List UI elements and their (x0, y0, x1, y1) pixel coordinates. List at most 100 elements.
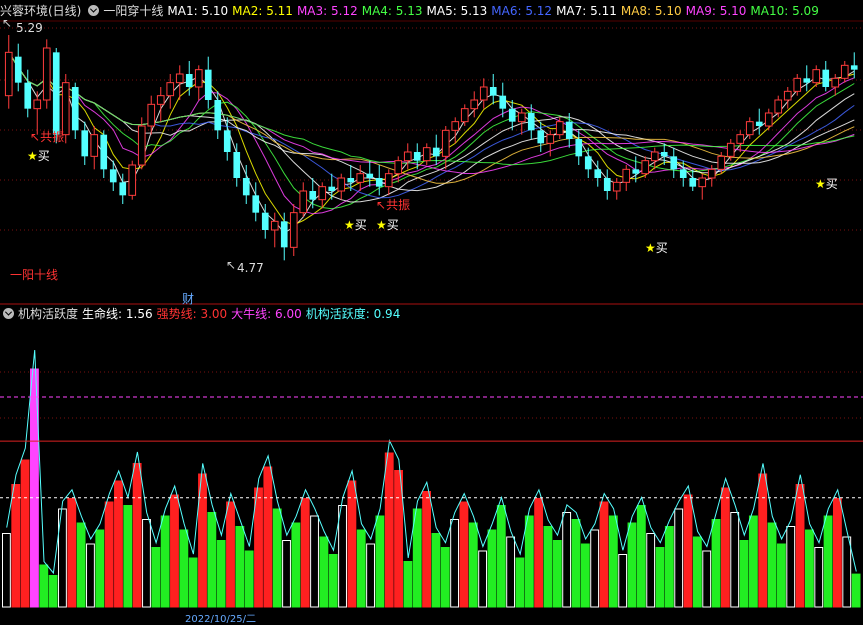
candle-body (356, 173, 365, 183)
candle-body (214, 100, 222, 131)
activity-bar (319, 536, 329, 608)
activity-bar (468, 522, 478, 608)
candle-body (156, 95, 165, 105)
candle-body (622, 168, 631, 183)
activity-bar (422, 491, 432, 608)
star-icon: ★ (376, 218, 387, 232)
candle-body (603, 178, 611, 191)
candle-body (33, 99, 42, 110)
ma-label-1: MA1: 5.10 (167, 4, 229, 18)
candle-body (289, 212, 298, 248)
activity-bar (832, 498, 842, 608)
activity-bar (67, 498, 77, 608)
candle-body (309, 191, 317, 200)
activity-bar (310, 515, 319, 608)
candle-body (822, 69, 830, 87)
activity-bar (683, 494, 693, 608)
activity-bar (216, 540, 226, 608)
activity-bar (338, 505, 347, 608)
activity-bar (524, 515, 534, 608)
activity-bar (534, 498, 544, 608)
activity-bar (254, 487, 263, 608)
buy-signal: ★买 (376, 218, 399, 232)
candle-body (470, 99, 479, 110)
activity-bar (580, 543, 590, 608)
candle-body (394, 160, 403, 175)
candle-body (337, 177, 346, 192)
grid-lines (0, 20, 863, 419)
activity-bar (440, 547, 450, 608)
activity-bar (814, 547, 824, 608)
buy-signal: ★买 (27, 149, 50, 163)
settings-icon[interactable] (88, 5, 100, 16)
activity-bar (431, 533, 441, 608)
activity-bar (450, 519, 460, 608)
candle-body (441, 129, 450, 157)
candle-body (555, 121, 564, 136)
activity-bar (95, 529, 105, 608)
activity-bar (627, 522, 637, 608)
candle-body (147, 103, 156, 127)
candle-body (650, 151, 659, 162)
activity-bar (86, 543, 95, 608)
settings-icon[interactable] (3, 308, 14, 319)
candle-body (793, 77, 802, 92)
candle-body (81, 130, 89, 157)
candle-body (422, 147, 431, 162)
lower-value-1: 生命线: 1.56 (82, 307, 153, 321)
low-price-label: 4.77 (237, 261, 264, 275)
candle-body (670, 156, 678, 170)
activity-bar (226, 501, 235, 608)
indicator-name[interactable]: 一阳穿十线 (103, 4, 163, 18)
candle-body (413, 152, 421, 161)
activity-bar (300, 498, 310, 608)
activity-bar (506, 536, 516, 608)
candle-body (109, 169, 117, 183)
activity-bar (730, 512, 740, 608)
activity-bar (114, 480, 123, 608)
activity-bar (692, 536, 702, 608)
lower-title[interactable]: 机构活跃度 (18, 307, 78, 321)
candle-body (479, 86, 488, 101)
finance-marker[interactable]: 财 (182, 290, 194, 307)
candle-body (707, 168, 716, 179)
candle-body (546, 134, 555, 144)
ma-label-5: MA5: 5.13 (426, 4, 488, 18)
lower-value-3: 大牛线: 6.00 (231, 307, 302, 321)
star-icon: ★ (344, 218, 355, 232)
activity-bar (618, 554, 628, 608)
activity-bar (412, 508, 422, 608)
candle-body (717, 155, 726, 170)
activity-bar (776, 543, 786, 608)
activity-bar (851, 573, 861, 608)
candle-body (366, 173, 374, 178)
activity-bar (515, 557, 525, 608)
candle-body (261, 212, 269, 230)
candle-body (233, 152, 241, 178)
candle-body (328, 186, 336, 191)
candle-body (175, 73, 184, 84)
reference-lines (0, 396, 863, 499)
star-icon: ★ (27, 149, 38, 163)
candle-body (347, 178, 355, 183)
candle-body (52, 52, 60, 135)
candle-body (432, 147, 440, 157)
candle-body (242, 178, 250, 196)
candle-body (840, 64, 849, 79)
candle-body (90, 134, 99, 157)
activity-bar (282, 540, 291, 608)
candle-body (831, 77, 840, 88)
ma-label-10: MA10: 5.09 (750, 4, 819, 18)
activity-bar (674, 508, 684, 608)
activity-bar (823, 515, 833, 608)
activity-bar (160, 515, 170, 608)
activity-bar (123, 505, 133, 608)
lower-value-2: 强势线: 3.00 (156, 307, 228, 321)
low-arrow: ↖ (226, 258, 237, 272)
candle-body (299, 190, 308, 214)
moving-average-lines (8, 52, 855, 234)
activity-bar (487, 529, 497, 608)
activity-bar (711, 519, 721, 608)
upper-title[interactable]: 兴蓉环境(日线) (0, 4, 81, 18)
ma-label-2: MA2: 5.11 (232, 4, 293, 18)
